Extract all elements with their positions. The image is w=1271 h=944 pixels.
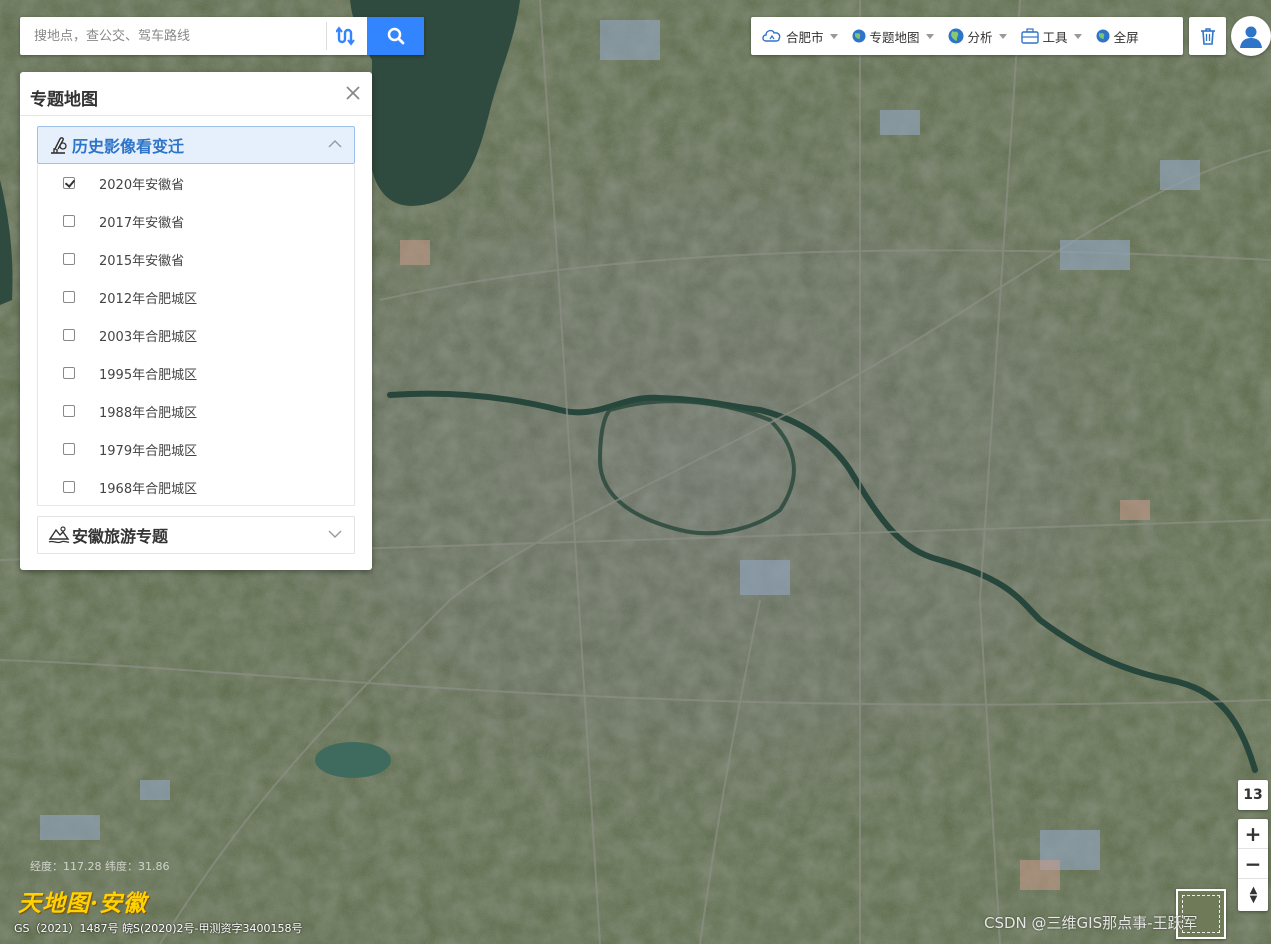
layer-checkbox[interactable] xyxy=(63,215,75,227)
city-label: 合肥市 xyxy=(786,29,824,45)
layer-row-1988-hefei[interactable]: 1988年合肥城区 xyxy=(38,392,354,430)
trash-icon xyxy=(1200,28,1215,45)
layer-label: 2015年安徽省 xyxy=(99,253,185,269)
panel-header: 专题地图 xyxy=(20,72,372,116)
layer-checkbox[interactable] xyxy=(63,367,75,379)
tianditu-logo: 天地图·安徽 xyxy=(18,890,148,917)
layer-checkbox[interactable] xyxy=(63,177,75,189)
layer-label: 2003年合肥城区 xyxy=(99,329,198,345)
layer-label: 1995年合肥城区 xyxy=(99,367,198,383)
layer-row-2003-hefei[interactable]: 2003年合肥城区 xyxy=(38,316,354,354)
layer-row-1968-hefei[interactable]: 1968年合肥城区 xyxy=(38,468,354,506)
route-switch-icon xyxy=(336,26,355,46)
history-icon xyxy=(51,137,67,154)
layer-row-2012-hefei[interactable]: 2012年合肥城区 xyxy=(38,278,354,316)
layer-label: 1988年合肥城区 xyxy=(99,405,198,421)
route-switch-button[interactable] xyxy=(326,22,367,50)
chevron-down-icon xyxy=(1073,33,1082,39)
globe-icon xyxy=(1096,29,1110,43)
globe-icon xyxy=(852,29,866,43)
theme-map-menu[interactable]: 专题地图 xyxy=(851,17,934,55)
cloud-icon xyxy=(762,29,781,42)
close-icon xyxy=(346,86,360,100)
coordinate-readout: 经度：117.28 纬度：31.86 xyxy=(30,860,170,873)
layer-label: 2012年合肥城区 xyxy=(99,291,198,307)
watermark-text: CSDN @三维GIS那点事-王跃军 xyxy=(984,914,1198,932)
theme-map-panel: 专题地图 历史影像看变迁 2020年安徽省 2017年安徽省 2015年安徽省 … xyxy=(20,72,372,570)
layer-label: 1979年合肥城区 xyxy=(99,443,198,459)
zoom-in-button[interactable]: + xyxy=(1238,819,1268,849)
chevron-down-icon xyxy=(998,33,1007,39)
group-label: 历史影像看变迁 xyxy=(72,137,185,156)
group-anhui-travel[interactable]: 安徽旅游专题 xyxy=(37,516,355,554)
user-avatar[interactable] xyxy=(1231,16,1271,56)
chevron-down-icon xyxy=(829,33,838,39)
top-toolbar: 合肥市 专题地图 分析 工具 全屏 xyxy=(751,17,1183,55)
compass-icon: ▲▼ xyxy=(1248,885,1259,903)
chevron-down-icon xyxy=(328,530,342,538)
layer-row-2015-anhui[interactable]: 2015年安徽省 xyxy=(38,240,354,278)
layer-row-1979-hefei[interactable]: 1979年合肥城区 xyxy=(38,430,354,468)
search-button[interactable] xyxy=(367,17,424,55)
layer-checkbox[interactable] xyxy=(63,329,75,341)
layer-checkbox[interactable] xyxy=(63,405,75,417)
group-history-imagery[interactable]: 历史影像看变迁 xyxy=(37,126,355,164)
layer-label: 2020年安徽省 xyxy=(99,177,185,193)
search-icon xyxy=(387,27,404,45)
analysis-menu[interactable]: 分析 xyxy=(947,17,1007,55)
layer-list: 2020年安徽省 2017年安徽省 2015年安徽省 2012年合肥城区 200… xyxy=(37,164,355,506)
zoom-level-indicator: 13 xyxy=(1238,780,1268,810)
toolbox-icon xyxy=(1020,28,1039,44)
chevron-down-icon xyxy=(925,33,934,39)
layer-row-2017-anhui[interactable]: 2017年安徽省 xyxy=(38,202,354,240)
globe-icon xyxy=(948,28,964,44)
analysis-label: 分析 xyxy=(967,29,993,45)
layer-checkbox[interactable] xyxy=(63,253,75,265)
compass-button[interactable]: ▲▼ xyxy=(1238,879,1268,909)
layer-checkbox[interactable] xyxy=(63,291,75,303)
layer-row-1995-hefei[interactable]: 1995年合肥城区 xyxy=(38,354,354,392)
clear-button[interactable] xyxy=(1189,17,1226,55)
layer-row-2020-anhui[interactable]: 2020年安徽省 xyxy=(38,164,354,202)
chevron-up-icon xyxy=(328,140,342,148)
panel-title: 专题地图 xyxy=(30,90,98,110)
fullscreen-button[interactable]: 全屏 xyxy=(1095,17,1139,55)
copyright-text: GS（2021）1487号 皖S(2020)2号-甲测资字3400158号 xyxy=(14,922,303,935)
layer-label: 1968年合肥城区 xyxy=(99,481,198,497)
search-input[interactable] xyxy=(20,17,326,55)
fullscreen-label: 全屏 xyxy=(1113,29,1139,45)
layer-checkbox[interactable] xyxy=(63,443,75,455)
group-label: 安徽旅游专题 xyxy=(72,527,169,546)
close-button[interactable] xyxy=(344,84,362,102)
travel-icon xyxy=(48,526,70,544)
theme-map-label: 专题地图 xyxy=(869,29,920,45)
tools-label: 工具 xyxy=(1042,29,1068,45)
tools-menu[interactable]: 工具 xyxy=(1020,17,1082,55)
city-selector[interactable]: 合肥市 xyxy=(761,17,838,55)
user-icon xyxy=(1240,26,1262,48)
zoom-controls: + − ▲▼ xyxy=(1238,819,1268,911)
layer-label: 2017年安徽省 xyxy=(99,215,185,231)
layer-checkbox[interactable] xyxy=(63,481,75,493)
search-box xyxy=(20,17,424,55)
zoom-out-button[interactable]: − xyxy=(1238,849,1268,879)
